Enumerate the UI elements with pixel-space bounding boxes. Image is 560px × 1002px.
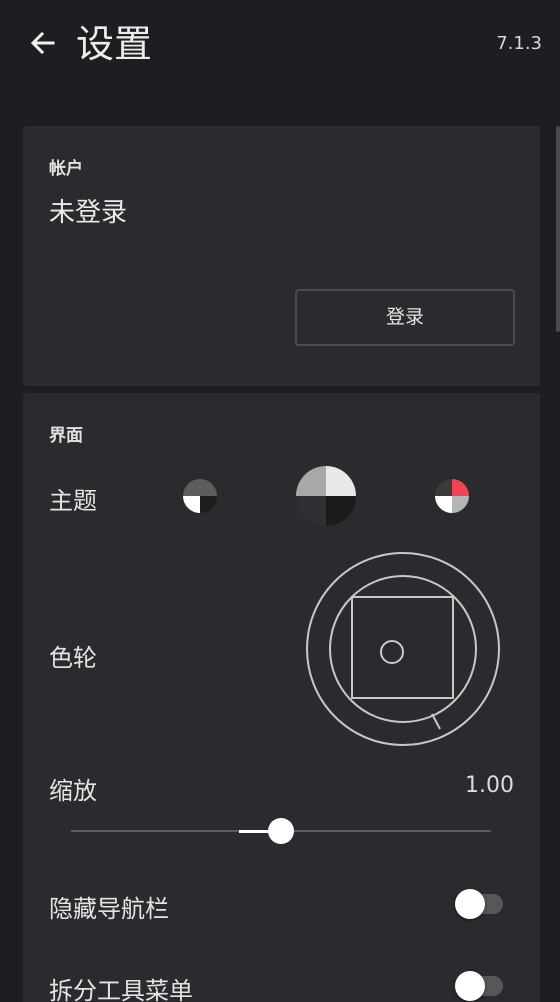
account-card: 帐户 未登录 登录 <box>23 126 540 386</box>
split-toolbar-toggle[interactable] <box>455 971 503 1001</box>
gray-theme-option[interactable] <box>295 465 357 527</box>
hue-marker[interactable] <box>431 713 441 730</box>
arrow-left-icon <box>30 31 55 55</box>
back-button[interactable] <box>26 26 60 60</box>
zoom-slider[interactable] <box>71 817 491 847</box>
scrollbar[interactable] <box>556 126 560 332</box>
toggle-thumb <box>455 889 485 919</box>
light-red-theme-option[interactable] <box>433 477 471 515</box>
account-status: 未登录 <box>49 198 128 228</box>
page-title: 设置 <box>76 22 153 66</box>
dark-theme-option[interactable] <box>181 477 219 515</box>
login-button[interactable]: 登录 <box>295 289 515 346</box>
interface-section-title: 界面 <box>49 426 83 446</box>
hide-navbar-toggle[interactable] <box>455 889 503 919</box>
version-label: 7.1.3 <box>496 33 542 54</box>
theme-label: 主题 <box>49 487 97 515</box>
color-wheel-picker[interactable] <box>305 551 501 747</box>
toggle-thumb <box>455 971 485 1001</box>
zoom-label: 缩放 <box>49 777 97 805</box>
account-section-title: 帐户 <box>49 159 83 179</box>
split-toolbar-label: 拆分工具菜单 <box>49 977 193 1002</box>
color-wheel-label: 色轮 <box>49 644 97 672</box>
zoom-value: 1.00 <box>465 773 514 798</box>
settings-screen: 设置 7.1.3 帐户 未登录 登录 界面 主题 色轮 缩放 1.00 隐藏导航… <box>0 0 560 1002</box>
slider-thumb[interactable] <box>268 818 294 844</box>
interface-card: 界面 主题 色轮 缩放 1.00 隐藏导航栏 拆分工具菜单 <box>23 393 540 1002</box>
color-picker-handle[interactable] <box>380 640 404 664</box>
app-header: 设置 7.1.3 <box>0 0 560 92</box>
hide-navbar-label: 隐藏导航栏 <box>49 895 169 923</box>
